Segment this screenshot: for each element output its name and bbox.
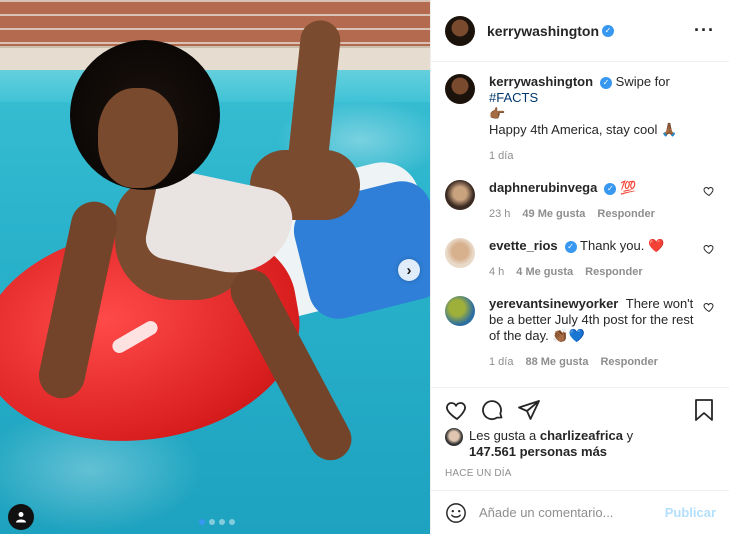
avatar[interactable]	[445, 296, 475, 326]
heart-icon[interactable]	[703, 185, 715, 197]
post-time[interactable]: HACE UN DÍA	[431, 460, 729, 479]
post-sidebar: kerrywashington ✓ ··· kerrywashington ✓ S…	[430, 0, 729, 534]
post-photo[interactable]: ›	[0, 0, 430, 534]
verified-badge-icon: ✓	[600, 77, 613, 89]
comment-item: evette_rios ✓ Thank you. ❤️ 4 h 4 Me gust…	[445, 238, 715, 280]
likes-summary: Les gusta a charlizeafrica y 147.561 per…	[431, 428, 729, 460]
likes-connector: y	[626, 428, 634, 443]
comment-text: Thank you. ❤️	[580, 238, 665, 253]
comment-text: 💯	[619, 180, 637, 195]
carousel-dot	[209, 519, 215, 525]
heart-icon[interactable]	[445, 398, 469, 422]
comments-list: kerrywashington ✓ Swipe for #FACTS 👉🏾 Hap…	[431, 62, 729, 388]
avatar[interactable]	[445, 180, 475, 210]
comment-meta: 1 día 88 Me gusta Responder	[489, 354, 694, 370]
publish-button[interactable]: Publicar	[665, 505, 716, 520]
person-face	[98, 88, 178, 188]
reply-button[interactable]: Responder	[597, 206, 654, 222]
comment-time[interactable]: 23 h	[489, 206, 510, 222]
carousel-dot	[199, 519, 205, 525]
likes-count[interactable]: 147.561 personas más	[469, 444, 607, 459]
comment-likes[interactable]: 49 Me gusta	[522, 206, 585, 222]
comment-username[interactable]: daphnerubinvega	[489, 180, 597, 195]
verified-badge-icon: ✓	[602, 24, 615, 37]
verified-badge-icon: ✓	[604, 183, 617, 195]
comment-username[interactable]: evette_rios	[489, 238, 558, 253]
verified-badge-icon: ✓	[564, 241, 577, 253]
comment-time[interactable]: 4 h	[489, 264, 504, 280]
hashtag-link[interactable]: #FACTS	[489, 90, 538, 105]
heart-icon[interactable]	[703, 243, 715, 255]
heart-icon[interactable]	[703, 301, 715, 313]
avatar[interactable]	[445, 238, 475, 268]
brick-wall	[0, 0, 430, 70]
comment-input[interactable]: Añade un comentario...	[479, 505, 665, 520]
caption-username[interactable]: kerrywashington	[489, 74, 593, 89]
comment-time[interactable]: 1 día	[489, 354, 513, 370]
smiley-icon[interactable]	[445, 502, 467, 524]
instagram-post: › kerrywashington ✓ ··· kerrywashington …	[0, 0, 729, 534]
avatar[interactable]	[445, 428, 463, 446]
user-tag-icon	[16, 512, 26, 523]
comment-form: Añade un comentario... Publicar	[431, 490, 729, 534]
paper-plane-icon[interactable]	[517, 398, 541, 422]
reply-button[interactable]: Responder	[585, 264, 642, 280]
next-slide-button[interactable]: ›	[398, 259, 420, 281]
comment-item: daphnerubinvega ✓ 💯 23 h 49 Me gusta Resp…	[445, 180, 715, 222]
avatar[interactable]	[445, 74, 475, 104]
post-author-username[interactable]: kerrywashington	[487, 23, 599, 39]
comment-bubble-icon[interactable]	[481, 398, 505, 422]
caption-time[interactable]: 1 día	[489, 148, 513, 164]
chevron-right-icon: ›	[406, 261, 412, 279]
carousel-dot	[229, 519, 235, 525]
likes-prefix: Les gusta a	[469, 428, 537, 443]
user-tags-button[interactable]	[8, 504, 34, 530]
comment-item: yerevantsinewyorker There won't be a bet…	[445, 296, 715, 370]
comment-likes[interactable]: 88 Me gusta	[525, 354, 588, 370]
caption-body: Happy 4th America, stay cool 🙏🏾	[489, 122, 678, 137]
caption-text: Swipe for	[615, 74, 670, 89]
comment-likes[interactable]: 4 Me gusta	[516, 264, 573, 280]
avatar[interactable]	[445, 15, 475, 46]
caption-meta: 1 día	[489, 148, 694, 164]
post-header: kerrywashington ✓ ···	[431, 0, 729, 62]
caption-emoji: 👉🏾	[489, 106, 506, 121]
carousel-indicator	[199, 519, 235, 525]
action-bar	[431, 388, 729, 428]
caption: kerrywashington ✓ Swipe for #FACTS 👉🏾 Hap…	[445, 74, 715, 164]
ellipsis-icon[interactable]: ···	[694, 20, 715, 41]
comment-meta: 4 h 4 Me gusta Responder	[489, 264, 694, 280]
liker-username[interactable]: charlizeafrica	[540, 428, 623, 443]
comment-username[interactable]: yerevantsinewyorker	[489, 296, 618, 311]
bookmark-icon[interactable]	[693, 398, 715, 422]
comment-meta: 23 h 49 Me gusta Responder	[489, 206, 694, 222]
carousel-dot	[219, 519, 225, 525]
reply-button[interactable]: Responder	[600, 354, 657, 370]
